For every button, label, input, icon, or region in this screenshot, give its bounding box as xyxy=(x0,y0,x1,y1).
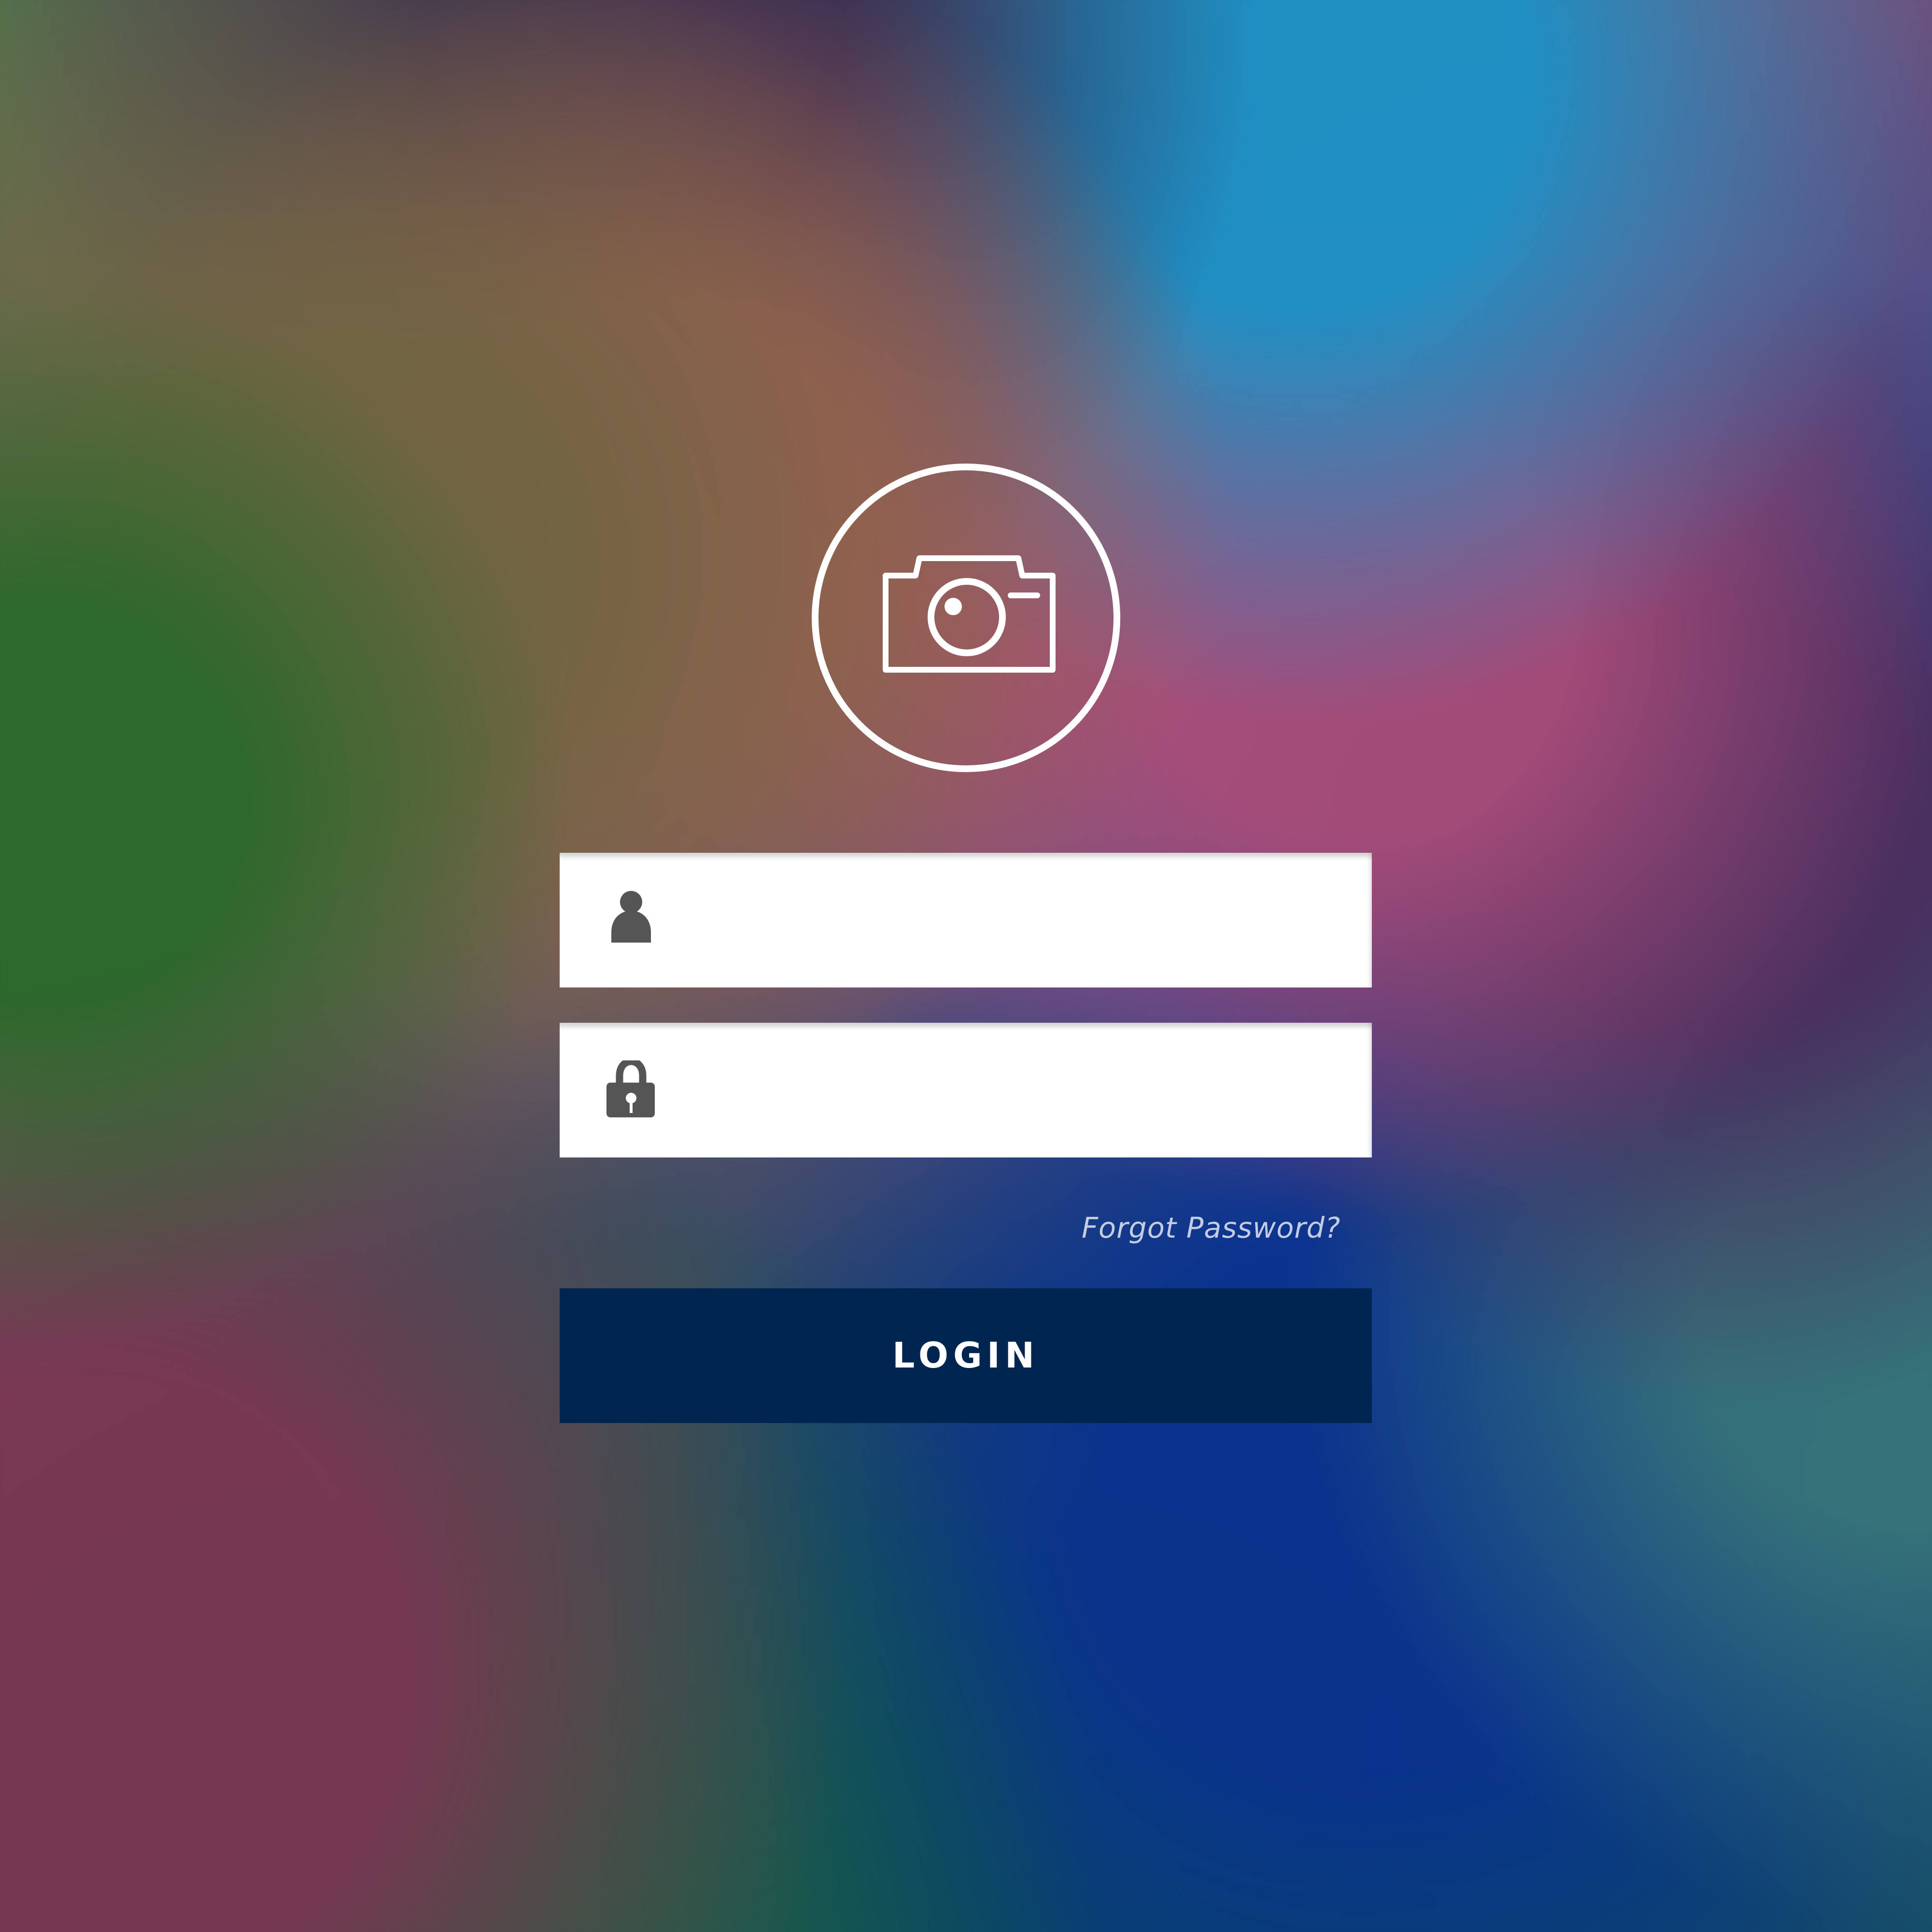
camera-icon xyxy=(883,555,1056,673)
login-screen: Forgot Password? LOGIN xyxy=(0,0,1932,1932)
login-button-label: LOGIN xyxy=(892,1335,1040,1376)
password-input[interactable] xyxy=(680,1051,1353,1128)
forgot-password-link[interactable]: Forgot Password? xyxy=(1082,1211,1352,1244)
user-icon-body xyxy=(611,911,651,943)
user-icon-head xyxy=(620,891,642,913)
user-icon xyxy=(611,891,651,943)
lock-icon-keyhole-slot xyxy=(630,1101,633,1113)
lock-icon xyxy=(606,1060,655,1117)
login-button[interactable]: LOGIN xyxy=(560,1288,1372,1423)
username-input[interactable] xyxy=(680,881,1353,958)
username-field[interactable] xyxy=(560,853,1372,987)
lock-icon-shackle xyxy=(616,1060,647,1087)
password-field[interactable] xyxy=(560,1023,1372,1157)
camera-lens xyxy=(928,578,1006,656)
camera-lens-highlight xyxy=(945,598,962,615)
